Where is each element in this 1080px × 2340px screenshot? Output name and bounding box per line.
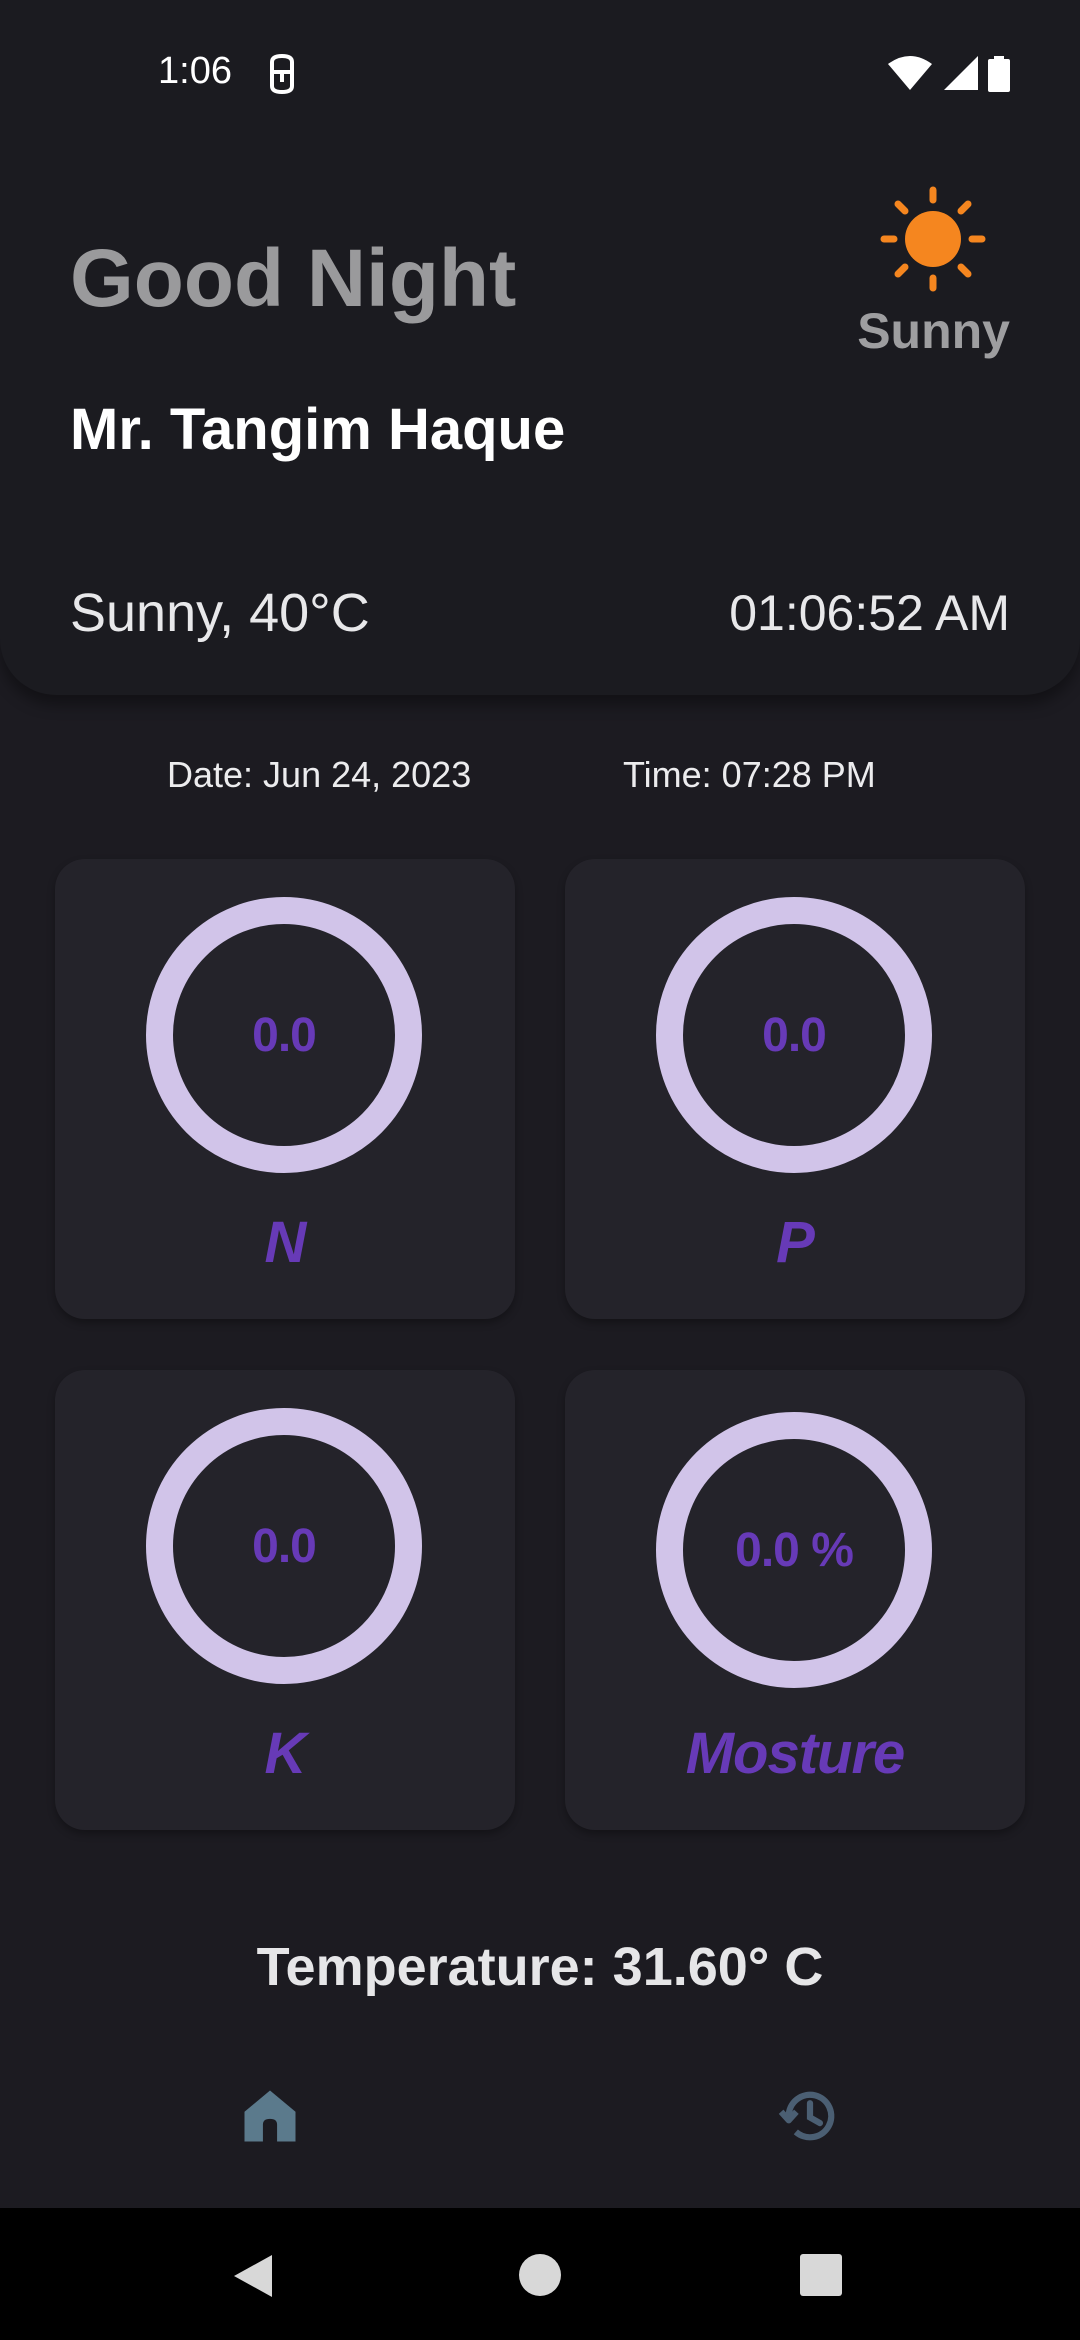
back-icon[interactable]	[232, 2253, 274, 2299]
weather-label: Sunny	[857, 303, 1010, 359]
history-icon[interactable]	[776, 2082, 844, 2150]
temperature-readout: Temperature: 31.60° C	[256, 1937, 824, 1997]
reading-date: Date: Jun 24, 2023	[167, 754, 472, 795]
sensor-value-n: 0.0	[252, 1008, 317, 1062]
sensor-card-p[interactable]: 0.0 P	[565, 859, 1025, 1319]
status-bar: 1:06	[0, 0, 1080, 140]
system-nav-bar	[0, 2208, 1080, 2340]
sensor-value-moisture: 0.0 %	[735, 1523, 854, 1577]
sensor-label-p: P	[776, 1210, 815, 1275]
sun-icon	[880, 186, 986, 292]
sensor-value-p: 0.0	[762, 1008, 827, 1062]
signal-icon	[944, 56, 978, 90]
sensor-value-k: 0.0	[252, 1519, 317, 1573]
sensor-label-k: K	[264, 1721, 307, 1786]
status-icons	[888, 56, 1010, 92]
recents-icon[interactable]	[800, 2254, 842, 2296]
wifi-icon	[888, 56, 932, 90]
weather-summary: Sunny, 40°C	[70, 583, 370, 643]
status-time: 1:06	[158, 50, 232, 92]
sensor-card-moisture[interactable]: 0.0 % Mosture	[565, 1370, 1025, 1830]
sensor-card-k[interactable]: 0.0 K	[55, 1370, 515, 1830]
accessibility-icon	[270, 53, 294, 95]
sensor-label-n: N	[264, 1210, 307, 1275]
user-name: Mr. Tangim Haque	[70, 397, 566, 462]
reading-time: Time: 07:28 PM	[623, 754, 876, 795]
sensor-label-moisture: Mosture	[685, 1721, 906, 1786]
greeting-text: Good Night	[70, 233, 517, 324]
battery-icon	[988, 56, 1010, 92]
home-nav-icon[interactable]	[518, 2253, 562, 2297]
app-screen: Good Night Mr. Tangim Haque Sunny Sunny,…	[0, 0, 1080, 2340]
home-icon[interactable]	[236, 2082, 304, 2150]
clock: 01:06:52 AM	[729, 585, 1010, 641]
bottom-nav	[0, 2060, 1080, 2208]
sensor-card-n[interactable]: 0.0 N	[55, 859, 515, 1319]
